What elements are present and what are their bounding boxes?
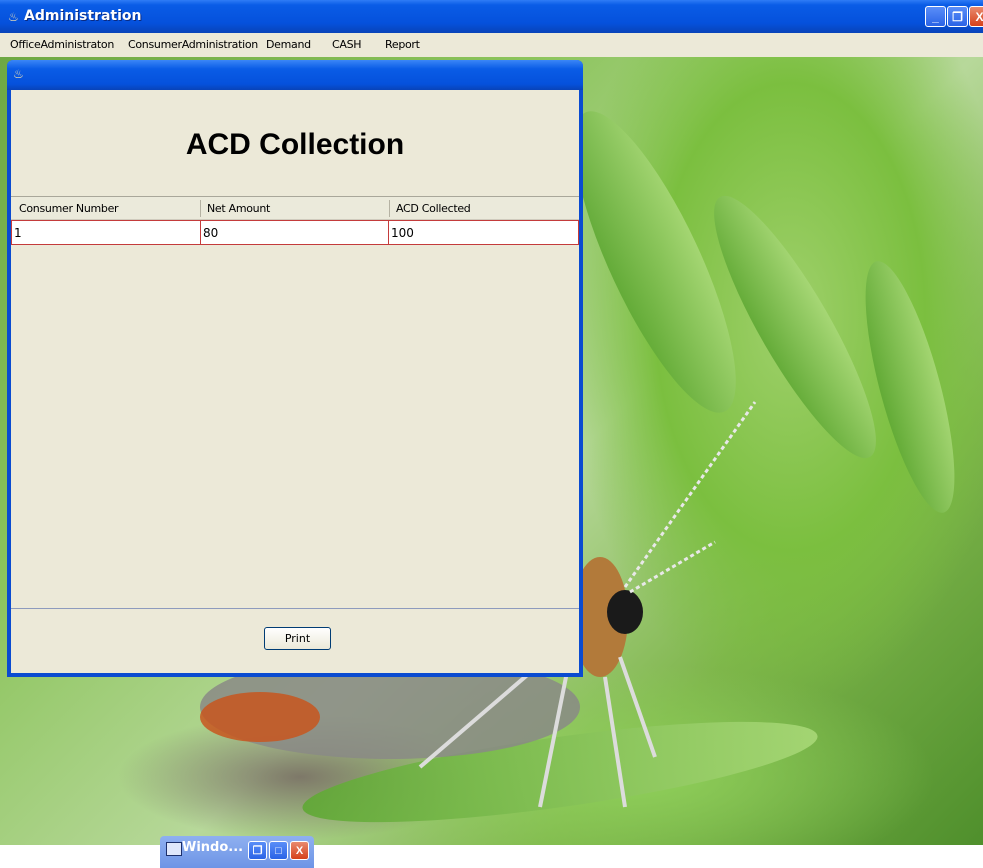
column-header-acd-collected[interactable]: ACD Collected — [396, 202, 471, 215]
menu-bar: OfficeAdministraton ConsumerAdministrati… — [0, 33, 983, 57]
minimized-close-button[interactable]: X — [290, 841, 309, 860]
minimize-icon: _ — [932, 9, 939, 24]
table-row[interactable]: 1 80 100 — [11, 220, 579, 245]
menu-report[interactable]: Report — [385, 38, 420, 51]
menu-office-administration[interactable]: OfficeAdministraton — [10, 38, 114, 51]
divider — [11, 608, 579, 609]
main-titlebar[interactable]: ♨ Administration _ ❐ X — [0, 0, 983, 33]
minimized-window[interactable]: Windo... ❐ □ X — [160, 836, 314, 868]
menu-cash[interactable]: CASH — [332, 38, 362, 51]
cell-divider — [200, 221, 201, 244]
restore-icon: ❐ — [252, 845, 263, 857]
java-cup-icon: ♨ — [13, 67, 24, 81]
table-header: Consumer Number Net Amount ACD Collected — [11, 196, 579, 220]
minimized-window-label: Windo... — [182, 840, 244, 855]
minimize-button[interactable]: _ — [925, 6, 946, 27]
close-icon: X — [295, 844, 304, 857]
restore-button[interactable]: ❐ — [947, 6, 968, 27]
print-button[interactable]: Print — [264, 627, 331, 650]
window-icon — [166, 842, 182, 856]
column-divider — [200, 200, 201, 217]
frame-titlebar[interactable]: ♨ — [7, 60, 583, 90]
cell-divider — [388, 221, 389, 244]
column-header-consumer-number[interactable]: Consumer Number — [19, 202, 119, 215]
acd-collection-frame: ♨ ACD Collection Consumer Number Net Amo… — [7, 60, 583, 677]
menu-consumer-administration[interactable]: ConsumerAdministration — [128, 38, 258, 51]
window-title: Administration — [24, 8, 142, 24]
cell-net-amount[interactable]: 80 — [203, 226, 218, 240]
restore-icon: ❐ — [952, 9, 963, 24]
minimized-maximize-button[interactable]: □ — [269, 841, 288, 860]
column-header-net-amount[interactable]: Net Amount — [207, 202, 270, 215]
cell-consumer-number[interactable]: 1 — [14, 226, 22, 240]
menu-demand[interactable]: Demand — [266, 38, 311, 51]
cell-acd-collected[interactable]: 100 — [391, 226, 414, 240]
minimized-restore-button[interactable]: ❐ — [248, 841, 267, 860]
heading-panel: ACD Collection — [11, 90, 579, 194]
maximize-icon: □ — [275, 844, 282, 857]
close-icon: X — [975, 9, 983, 24]
close-button[interactable]: X — [969, 6, 983, 27]
java-cup-icon: ♨ — [8, 10, 19, 24]
bottom-strip — [0, 845, 983, 868]
column-divider — [389, 200, 390, 217]
frame-content: ACD Collection Consumer Number Net Amoun… — [11, 90, 579, 673]
page-title: ACD Collection — [185, 128, 405, 161]
